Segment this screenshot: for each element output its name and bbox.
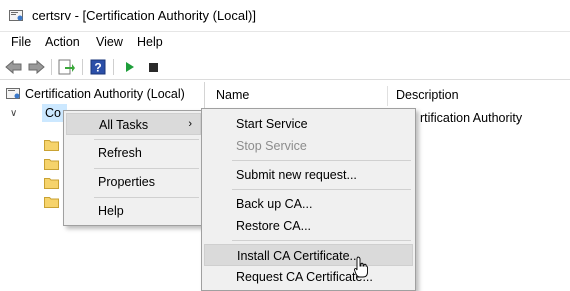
menu-item-label: Properties (98, 175, 155, 189)
menu-item-label: Request CA Certificate... (236, 270, 373, 284)
menu-item-label: Back up CA... (236, 197, 313, 211)
menu-action[interactable]: Action (45, 35, 80, 49)
help-icon[interactable]: ? (89, 58, 107, 76)
toolbar-separator (51, 59, 52, 75)
stop-service-icon[interactable] (144, 58, 162, 76)
hand-cursor-icon (354, 256, 368, 278)
back-arrow-icon[interactable] (5, 58, 23, 76)
menu-item-label: Start Service (236, 117, 308, 131)
tree-root-node[interactable]: Certification Authority (Local) (6, 86, 185, 102)
folder-icon[interactable] (44, 139, 59, 151)
menu-item-start-service[interactable]: Start Service (204, 113, 413, 135)
menu-bar: File Action View Help (0, 32, 570, 54)
toolbar-separator (113, 59, 114, 75)
menu-separator (94, 139, 199, 140)
menu-item-refresh[interactable]: Refresh (66, 142, 201, 164)
menu-item-install-ca-certificate[interactable]: Install CA Certificate... (204, 244, 413, 266)
folder-icon[interactable] (44, 196, 59, 208)
column-divider[interactable] (387, 86, 388, 106)
menu-item-help[interactable]: Help (66, 200, 201, 222)
menu-separator (232, 160, 411, 161)
menu-item-label: Help (98, 204, 124, 218)
folder-icon[interactable] (44, 158, 59, 170)
toolbar: ? (0, 54, 570, 80)
menu-separator (94, 197, 199, 198)
folder-icon[interactable] (44, 177, 59, 189)
menu-item-all-tasks[interactable]: All Tasks › (66, 113, 201, 135)
tree-ca-node[interactable]: ∨ Co (10, 104, 67, 122)
menu-file[interactable]: File (11, 35, 31, 49)
menu-item-label: Install CA Certificate... (237, 249, 360, 263)
menu-separator (232, 240, 411, 241)
menu-help[interactable]: Help (137, 35, 163, 49)
title-bar: certsrv - [Certification Authority (Loca… (0, 0, 570, 32)
menu-item-label: All Tasks (99, 118, 149, 132)
menu-item-properties[interactable]: Properties (66, 171, 201, 193)
list-item-description: rtification Authority (420, 111, 523, 125)
svg-text:?: ? (94, 61, 101, 75)
tree-root-label: Certification Authority (Local) (25, 87, 185, 101)
column-header-description[interactable]: Description (396, 88, 459, 102)
menu-item-backup-ca[interactable]: Back up CA... (204, 193, 413, 215)
export-list-icon[interactable] (58, 58, 76, 76)
chevron-right-icon: › (188, 118, 192, 130)
forward-arrow-icon[interactable] (27, 58, 45, 76)
window-title: certsrv - [Certification Authority (Loca… (32, 8, 256, 23)
context-menu: All Tasks › Refresh Properties Help (63, 110, 204, 226)
menu-item-label: Refresh (98, 146, 142, 160)
menu-item-label: Restore CA... (236, 219, 312, 233)
start-service-icon[interactable] (120, 58, 138, 76)
menu-item-label: Stop Service (236, 139, 307, 153)
certificate-authority-icon (6, 88, 20, 99)
column-header-name[interactable]: Name (216, 88, 249, 102)
menu-item-submit-request[interactable]: Submit new request... (204, 164, 413, 186)
menu-view[interactable]: View (96, 35, 123, 49)
menu-separator (232, 189, 411, 190)
menu-item-label: Submit new request... (236, 168, 357, 182)
chevron-down-icon[interactable]: ∨ (10, 108, 20, 119)
certsrv-icon (9, 10, 23, 21)
menu-item-request-ca-certificate[interactable]: Request CA Certificate... (204, 266, 413, 288)
toolbar-separator (82, 59, 83, 75)
all-tasks-submenu: Start Service Stop Service Submit new re… (201, 108, 416, 291)
menu-item-restore-ca[interactable]: Restore CA... (204, 215, 413, 237)
menu-separator (94, 168, 199, 169)
menu-item-stop-service: Stop Service (204, 135, 413, 157)
